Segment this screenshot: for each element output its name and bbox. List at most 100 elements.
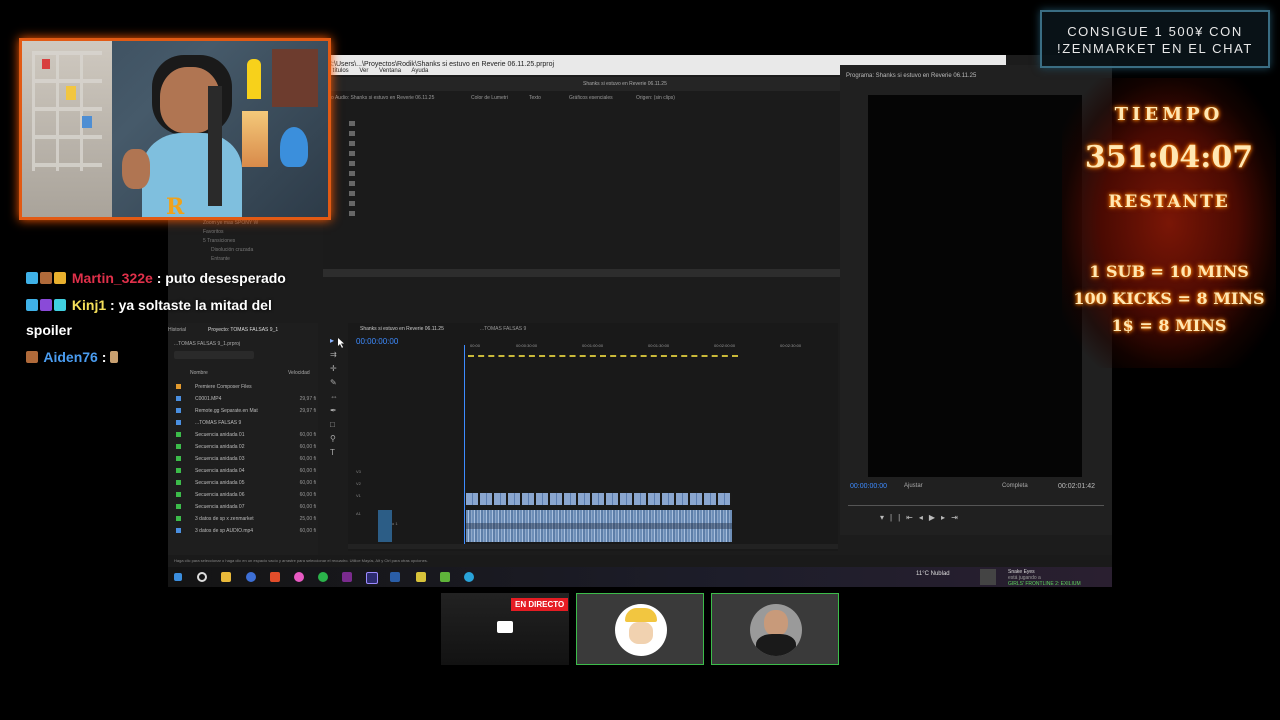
zoom-select[interactable]: Ajustar xyxy=(904,483,923,489)
timeline-tab[interactable]: ...TOMAS FALSAS 9 xyxy=(480,326,526,332)
timeline-scrollbar[interactable] xyxy=(348,544,838,549)
project-item-fps: 60,00 fi xyxy=(299,431,316,438)
project-item[interactable]: Secuencia anidada 04 60,00 fi xyxy=(176,465,316,476)
effect-item[interactable]: Favoritos xyxy=(203,228,258,237)
go-to-out-icon[interactable]: ⇥ xyxy=(951,513,964,522)
effect-item[interactable]: Entrante xyxy=(203,255,258,264)
tab-history[interactable]: Historial xyxy=(168,327,186,333)
app-icon[interactable] xyxy=(416,572,426,582)
badge-icon xyxy=(26,351,38,363)
type-icon[interactable]: T xyxy=(330,449,338,457)
rectangle-icon[interactable]: □ xyxy=(330,421,338,429)
telegram-icon[interactable] xyxy=(464,572,474,582)
participant-tile[interactable] xyxy=(711,593,839,665)
menu-item[interactable]: Ver xyxy=(359,68,368,74)
effect-item[interactable]: 5 Transiciones xyxy=(203,237,258,246)
go-to-in-icon[interactable]: ⇤ xyxy=(906,513,919,522)
file-explorer-icon[interactable] xyxy=(221,572,231,582)
program-screen xyxy=(868,95,1082,477)
in-point-icon[interactable]: | xyxy=(890,513,898,522)
hand-icon[interactable]: ⚲ xyxy=(330,435,338,443)
pen-icon[interactable]: ✒ xyxy=(330,407,338,415)
track-header-v1[interactable]: V1 xyxy=(356,493,460,503)
chrome-icon[interactable] xyxy=(246,572,256,582)
game-notification[interactable]: Snake Eyes está jugando a GIRLS' FRONTLI… xyxy=(1008,569,1081,587)
label-color-icon xyxy=(176,480,181,485)
screen-share-tile[interactable]: EN DIRECTO xyxy=(441,593,569,665)
track-header-v2[interactable]: V2 xyxy=(356,481,460,491)
project-item[interactable]: C0001.MP4 29,97 fi xyxy=(176,393,316,404)
project-item[interactable]: Secuencia anidada 02 60,00 fi xyxy=(176,441,316,452)
column-fps[interactable]: Velocidad xyxy=(288,370,310,376)
panel-tab[interactable]: Texto xyxy=(529,95,541,101)
app-icon[interactable] xyxy=(440,572,450,582)
poster xyxy=(272,49,318,107)
program-ruler[interactable] xyxy=(848,497,1104,506)
track-header-a1[interactable]: A1 xyxy=(356,511,460,521)
ripple-edit-icon[interactable]: ✛ xyxy=(330,365,338,373)
emote-icon xyxy=(110,351,119,363)
project-search-input[interactable] xyxy=(174,351,254,359)
effect-item[interactable]: Zoom ye mas SPONY W xyxy=(203,219,258,228)
marker-icon[interactable]: ▾ xyxy=(880,513,890,522)
timeline-timecode[interactable]: 00:00:00:00 xyxy=(356,337,398,346)
playhead[interactable] xyxy=(464,345,465,545)
effect-item[interactable]: Disolución cruzada xyxy=(203,246,258,255)
play-icon[interactable]: ▶ xyxy=(929,513,941,522)
whatsapp-icon[interactable] xyxy=(318,572,328,582)
status-bar: Haga clic para seleccionar o haga clic e… xyxy=(168,555,1112,567)
track-header-v3[interactable]: V3 xyxy=(356,469,460,479)
project-item[interactable]: Secuencia anidada 05 60,00 fi xyxy=(176,477,316,488)
quality-select[interactable]: Completa xyxy=(1002,483,1028,489)
ruler-label: 00:02:00:00 xyxy=(714,343,736,348)
menu-item[interactable]: Ventana xyxy=(379,68,401,74)
audio-track-target[interactable] xyxy=(378,510,392,542)
panel-tab[interactable]: Origen: (sin clips) xyxy=(636,95,675,101)
project-item[interactable]: ...TOMAS FALSAS 9 xyxy=(176,417,316,428)
panel-tab[interactable]: Color de Lumetri xyxy=(471,95,508,101)
program-timecode[interactable]: 00:00:00:00 xyxy=(850,483,887,490)
project-item[interactable]: Secuencia anidada 03 60,00 fi xyxy=(176,453,316,464)
label-color-icon xyxy=(176,396,181,401)
track-select-icon[interactable]: ⇉ xyxy=(330,351,338,359)
work-area-bar[interactable] xyxy=(468,355,738,358)
photoshop-icon[interactable] xyxy=(390,572,400,582)
chat-text: : puto desesperado xyxy=(156,270,286,286)
timeline-ruler[interactable]: 00:00 00:00:30:00 00:01:00:00 00:01:30:0… xyxy=(464,341,838,355)
project-item[interactable]: Premiere Composer Files xyxy=(176,381,316,392)
column-name[interactable]: Nombre xyxy=(190,370,208,376)
panel-tab[interactable]: ...dio Audio: Shanks si estuvo en Reveri… xyxy=(323,95,434,101)
step-forward-icon[interactable]: ▸ xyxy=(941,513,951,522)
panel-tab[interactable]: Gráficos esenciales xyxy=(569,95,613,101)
premiere-rush-icon[interactable] xyxy=(342,572,352,582)
step-back-icon[interactable]: ◂ xyxy=(919,513,929,522)
participant-tile[interactable] xyxy=(576,593,704,665)
project-item[interactable]: 3 datos de sp AUDIO.mp4 60,00 fi xyxy=(176,525,316,536)
out-point-icon[interactable]: | xyxy=(898,513,906,522)
premiere-icon[interactable] xyxy=(366,572,378,584)
obs-icon[interactable] xyxy=(294,572,304,582)
project-item[interactable]: 3 datos de sp x zenmarket 25,00 fi xyxy=(176,513,316,524)
chat-username[interactable]: Martin_322e xyxy=(72,270,153,286)
brave-icon[interactable] xyxy=(270,572,280,582)
tab-project[interactable]: Proyecto: TOMAS FALSAS 9_1 xyxy=(208,327,278,333)
video-clip[interactable] xyxy=(466,493,732,505)
chat-username[interactable]: Kinj1 xyxy=(72,297,106,313)
weather-widget[interactable]: 11°C Nublad xyxy=(916,571,950,577)
label-color-icon xyxy=(176,528,181,533)
menu-item[interactable]: Ayuda xyxy=(411,68,428,74)
windows-start-icon[interactable] xyxy=(174,573,182,581)
audio-meter-icons xyxy=(349,121,355,221)
project-item[interactable]: Secuencia anidada 01 60,00 fi xyxy=(176,429,316,440)
chat-username[interactable]: Aiden76 xyxy=(43,349,97,365)
project-item[interactable]: Secuencia anidada 06 60,00 fi xyxy=(176,489,316,500)
avatar xyxy=(750,604,802,656)
razor-icon[interactable]: ✎ xyxy=(330,379,338,387)
search-icon[interactable] xyxy=(197,572,207,582)
slip-icon[interactable]: ⇔ xyxy=(330,393,338,401)
selection-tool-icon[interactable]: ▸ xyxy=(330,337,338,345)
project-item-name: Secuencia anidada 06 xyxy=(195,491,245,498)
timeline-tab[interactable]: Shanks si estuvo en Reverie 06.11.25 xyxy=(360,326,444,332)
project-item[interactable]: Secuencia anidada 07 60,00 fi xyxy=(176,501,316,512)
project-item[interactable]: Remote.gg Separate.en Mat 29,97 fi xyxy=(176,405,316,416)
